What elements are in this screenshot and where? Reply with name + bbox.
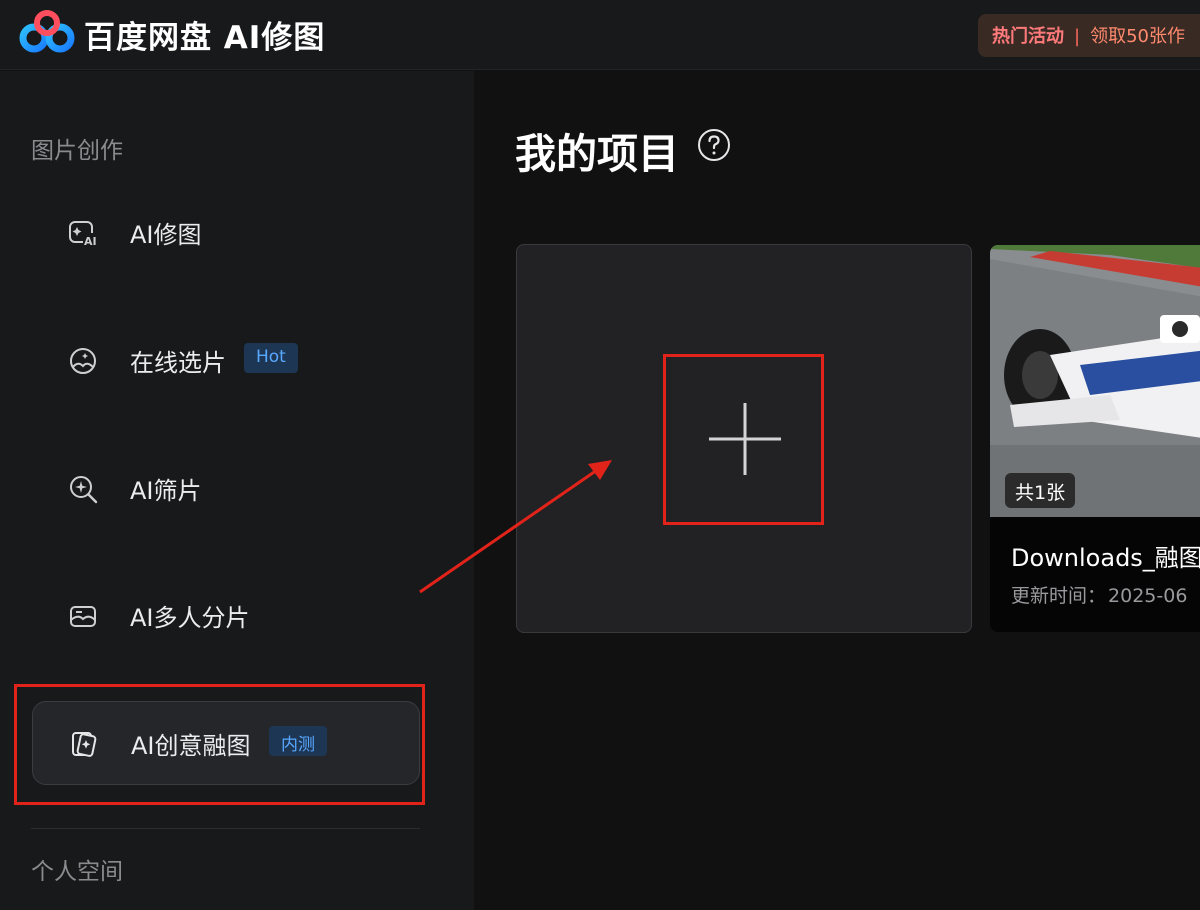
sidebar-item-label: AI修图 — [130, 221, 202, 249]
section-title-create: 图片创作 — [31, 138, 123, 164]
search-plus-icon — [70, 476, 98, 504]
help-circle-icon[interactable] — [697, 128, 731, 162]
photo-select-icon — [70, 348, 96, 374]
page-title: 我的项目 — [515, 130, 679, 178]
svg-text:AI: AI — [84, 235, 97, 248]
annotation-plus-box — [663, 354, 824, 525]
update-time-value: 2025-06 — [1108, 585, 1188, 607]
project-update-time: 更新时间： 2025-06 — [1011, 581, 1187, 608]
project-name: Downloads_融图 — [1011, 544, 1200, 572]
sidebar-item-label: AI筛片 — [130, 477, 202, 505]
section-title-personal: 个人空间 — [31, 859, 123, 885]
annotation-highlight-box — [14, 684, 425, 805]
annotation-arrow — [419, 460, 612, 594]
sidebar-item-multi-person[interactable]: AI多人分片 — [32, 574, 420, 658]
sidebar-item-online-select[interactable]: 在线选片 Hot — [32, 319, 420, 403]
sidebar-item-label: 在线选片 — [130, 349, 226, 377]
top-bar: 百度网盘 AI修图 热门活动 | 领取50张作 — [0, 0, 1200, 70]
sidebar-item-ai-edit[interactable]: AI AI修图 — [32, 191, 420, 275]
hot-badge: Hot — [244, 343, 298, 373]
project-card[interactable]: 共1张 Downloads_融图 更新时间： 2025-06 — [990, 245, 1200, 632]
promo-text: 领取50张作 — [1090, 26, 1185, 47]
photo-count-badge: 共1张 — [1005, 473, 1076, 508]
promo-banner[interactable]: 热门活动 | 领取50张作 — [978, 14, 1200, 57]
multi-person-icon — [70, 606, 96, 627]
sidebar-divider — [31, 828, 420, 829]
promo-separator: | — [1074, 26, 1081, 47]
sidebar-item-ai-filter[interactable]: AI筛片 — [32, 447, 420, 531]
baidu-netdisk-logo — [19, 10, 75, 53]
sidebar-item-label: AI多人分片 — [130, 604, 250, 632]
promo-hot-label: 热门活动 — [992, 26, 1064, 47]
update-time-label: 更新时间： — [1011, 585, 1107, 607]
ai-edit-icon: AI — [69, 221, 97, 248]
app-title: 百度网盘 AI修图 — [84, 20, 326, 56]
